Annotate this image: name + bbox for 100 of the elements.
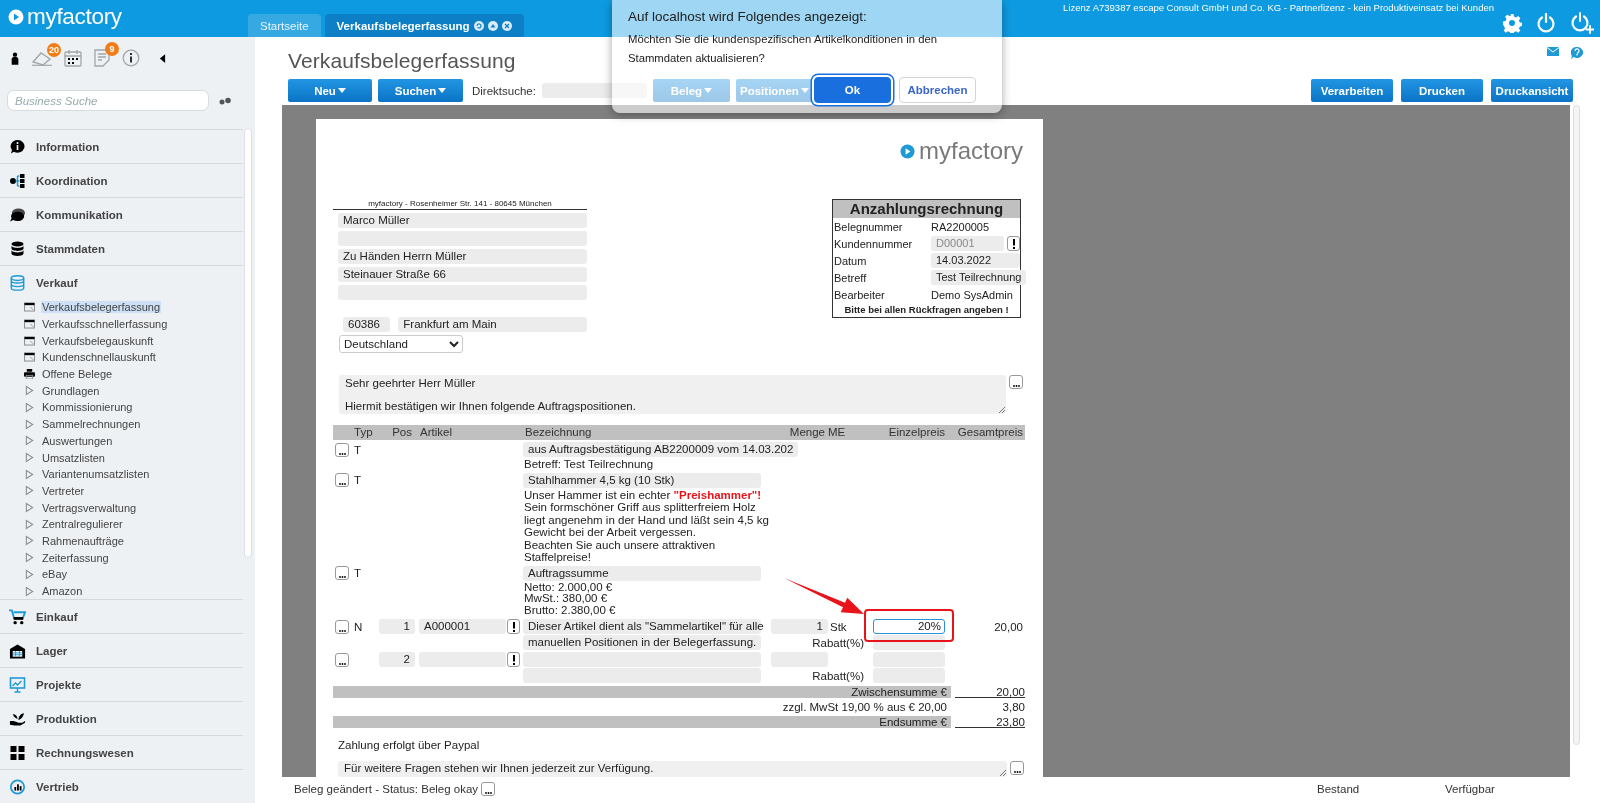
hierarchy-icon (9, 172, 26, 189)
scrollbar[interactable] (1573, 105, 1580, 745)
help-icon[interactable] (1571, 47, 1583, 59)
options-icon[interactable] (219, 96, 231, 105)
quantity-field[interactable]: 1 (771, 619, 828, 635)
more-button[interactable] (335, 442, 349, 457)
more-button[interactable] (1010, 761, 1024, 776)
nav-item[interactable]: Variantenumsatzlisten (41, 468, 151, 481)
nav-group[interactable]: Rechnungswesen (0, 735, 243, 770)
nav-group[interactable]: Koordination (0, 163, 243, 197)
position-field[interactable]: 1 (379, 619, 415, 635)
nav-group[interactable]: Einkauf (0, 599, 243, 634)
nav-item[interactable]: Vertreter (41, 484, 86, 497)
calendar-icon[interactable] (64, 49, 82, 67)
description-field[interactable]: manuellen Positionen in der Belegerfassung. (523, 635, 761, 651)
position-field[interactable]: 2 (379, 652, 415, 668)
close-icon[interactable] (501, 20, 512, 31)
printer-icon (23, 369, 35, 380)
caret-icon (24, 568, 34, 580)
letter-text-field[interactable]: Sehr geehrter Herr Müller Hiermit bestätigen wir Ihnen folgende Auftragspositionen. (339, 375, 1006, 414)
nav-group[interactable]: Information (0, 129, 243, 163)
lookup-button[interactable] (507, 652, 520, 668)
article-field[interactable] (419, 652, 506, 668)
dialog-button[interactable]: Abbrechen (899, 77, 976, 103)
zip-field[interactable]: 60386 (343, 317, 391, 332)
collapse-icon[interactable] (159, 52, 166, 64)
more-button[interactable] (335, 566, 349, 580)
nav-group[interactable]: Kommunikation (0, 197, 243, 231)
lookup-button[interactable] (507, 619, 520, 635)
nav-item[interactable]: Verkaufsbelegerfassung (41, 301, 162, 314)
refresh-icon[interactable] (473, 20, 484, 31)
description-field[interactable]: aus Auftragsbestätigung AB2200009 vom 14.03.202 (523, 442, 799, 457)
info-field[interactable]: Test Teilrechnung (931, 270, 1027, 285)
info-label: Belegnummer (834, 220, 904, 233)
mail-icon[interactable] (1547, 47, 1559, 56)
toolbar-button[interactable]: Verarbeiten (1311, 79, 1393, 102)
more-button[interactable] (1009, 375, 1023, 389)
tab[interactable]: Verkaufsbelegerfassung (324, 14, 524, 37)
info-value: RA2200005 (931, 220, 991, 233)
nav-item[interactable]: Amazon (41, 585, 84, 598)
nav-item[interactable]: Verkaufsbelegauskunft (41, 334, 155, 347)
nav-group[interactable]: Vertrieb (0, 769, 243, 803)
nav-group[interactable]: Verkauf (0, 265, 243, 299)
address-field[interactable]: Steinauer Straße 66 (338, 267, 587, 282)
up-icon[interactable] (487, 20, 498, 31)
scrollbar[interactable] (244, 128, 252, 558)
tax-label: zzgl. MwSt 19,00 % aus € 20,00 (781, 701, 948, 714)
nav-item[interactable]: Sammelrechnungen (41, 418, 142, 431)
more-button[interactable] (335, 473, 349, 487)
direct-search-field[interactable] (541, 83, 647, 98)
nav-item[interactable]: Vertragsverwaltung (41, 501, 138, 514)
power-icon[interactable] (1536, 12, 1556, 33)
nav-item[interactable]: Kundenschnellauskunft (41, 351, 157, 364)
address-field[interactable]: Zu Händen Herrn Müller (338, 249, 587, 264)
toolbar-button[interactable]: Drucken (1401, 79, 1483, 102)
address-field[interactable]: Marco Müller (338, 213, 587, 228)
nav-item[interactable]: Zentralregulierer (41, 518, 124, 531)
cart-icon (9, 608, 26, 625)
city-field[interactable]: Frankfurt am Main (398, 317, 587, 332)
nav-item[interactable]: Grundlagen (41, 384, 101, 397)
resize-handle[interactable] (999, 769, 1006, 777)
person-icon[interactable] (10, 51, 20, 65)
window-icon (23, 335, 35, 346)
resize-handle[interactable] (998, 406, 1005, 413)
type-code: T (353, 567, 363, 579)
description-field[interactable]: Auftragssumme (523, 565, 761, 581)
checklist-icon[interactable] (93, 49, 111, 67)
info-field[interactable]: 14.03.2022 (931, 253, 1020, 268)
more-button[interactable] (335, 619, 349, 634)
description-field[interactable]: Stahlhammer 4,5 kg (10 Stk) (523, 472, 761, 488)
toolbar-button[interactable]: Druckansicht (1491, 79, 1573, 102)
nav-group[interactable]: Produktion (0, 701, 243, 736)
nav-group[interactable]: Lager (0, 633, 243, 668)
info-icon[interactable] (122, 49, 140, 67)
nav-item[interactable]: Verkaufsschnellerfassung (41, 318, 169, 331)
more-button[interactable] (481, 782, 496, 796)
nav-group[interactable]: Projekte (0, 667, 243, 702)
power-plus-icon[interactable] (1570, 11, 1594, 34)
search-field[interactable]: Business Suche (7, 90, 209, 111)
article-field[interactable]: A000001 (419, 619, 506, 635)
more-button[interactable] (335, 652, 349, 667)
nav-group[interactable]: Stammdaten (0, 231, 243, 265)
nav-item[interactable]: Rahmenaufträge (41, 534, 125, 547)
closing-text-field[interactable]: Für weitere Fragen stehen wir Ihnen jederzeit zur Verfügung. (338, 761, 1007, 777)
dialog-button[interactable]: Ok (814, 77, 891, 103)
toolbar-button[interactable]: Suchen (378, 79, 463, 102)
column-header: Pos (391, 425, 413, 440)
price-field[interactable]: 20% (873, 619, 945, 635)
lookup-button[interactable] (1007, 236, 1020, 251)
nav-item[interactable]: Offene Belege (41, 368, 114, 381)
country-select[interactable]: Deutschland (339, 335, 463, 353)
nav-item[interactable]: eBay (41, 568, 69, 581)
nav-item[interactable]: Zeiterfassung (41, 551, 110, 564)
nav-item[interactable]: Kommissionierung (41, 401, 134, 414)
description-field[interactable]: Dieser Artikel dient als "Sammelartikel" für alle (523, 619, 761, 635)
toolbar-button[interactable]: Neu (288, 79, 372, 102)
nav-item[interactable]: Umsatzlisten (41, 451, 106, 464)
settings-icon[interactable] (1502, 12, 1522, 33)
caret-icon (24, 485, 34, 497)
nav-item[interactable]: Auswertungen (41, 434, 114, 447)
